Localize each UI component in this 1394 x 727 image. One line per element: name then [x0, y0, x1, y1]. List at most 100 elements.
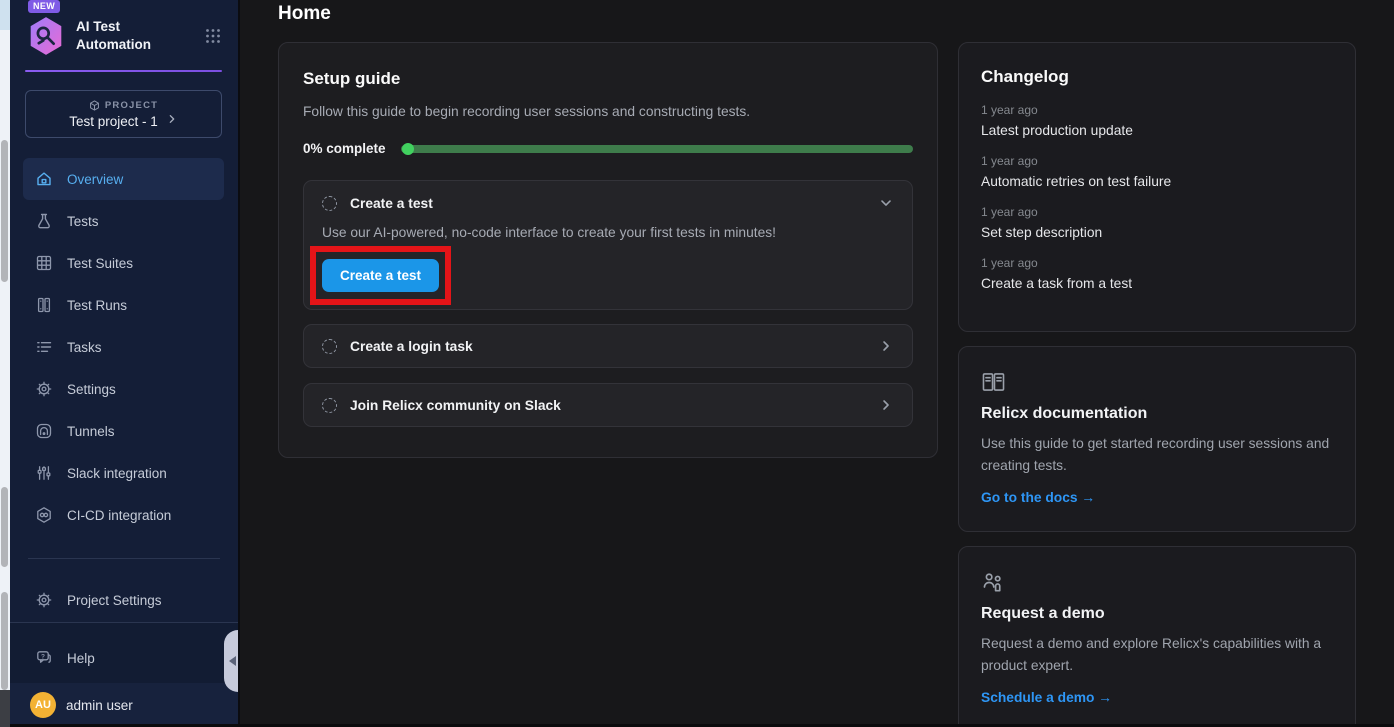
sidebar-item-project-settings[interactable]: Project Settings	[23, 579, 224, 621]
chevron-down-icon	[878, 195, 894, 211]
sidebar-item-settings[interactable]: Settings	[23, 368, 224, 410]
changelog-card: Changelog 1 year ago Latest production u…	[958, 42, 1356, 332]
svg-text:?: ?	[41, 653, 45, 660]
step-status-icon	[322, 339, 337, 354]
step-description: Use our AI-powered, no-code interface to…	[322, 225, 894, 240]
home-icon	[35, 170, 53, 188]
new-badge: NEW	[28, 0, 60, 13]
avatar: AU	[30, 692, 56, 718]
step-header[interactable]: Create a test	[322, 195, 894, 211]
project-label-row: PROJECT	[89, 100, 158, 111]
project-label: PROJECT	[105, 100, 158, 111]
request-demo-card: Request a demo Request a demo and explor…	[958, 546, 1356, 727]
request-demo-title: Request a demo	[981, 605, 1333, 623]
background-scrollbar-thumb[interactable]	[1, 140, 8, 282]
sidebar-bottom-section: ? Help AU admin user	[10, 622, 238, 727]
project-name: Test project - 1	[69, 114, 158, 129]
go-to-docs-link[interactable]: Go to the docs →	[981, 490, 1333, 505]
changelog-title: Changelog	[981, 67, 1333, 87]
background-window-edge	[0, 0, 10, 30]
changelog-time: 1 year ago	[981, 103, 1333, 117]
changelog-text: Create a task from a test	[981, 276, 1333, 291]
brand-divider	[25, 70, 222, 72]
documentation-title: Relicx documentation	[981, 405, 1333, 423]
setup-progress: 0% complete	[303, 141, 913, 156]
sidebar-item-label: Tests	[67, 214, 99, 229]
setup-guide-description: Follow this guide to begin recording use…	[303, 104, 913, 119]
gear-icon	[35, 591, 53, 609]
progress-dot	[402, 143, 414, 155]
changelog-time: 1 year ago	[981, 154, 1333, 168]
sidebar-item-tasks[interactable]: Tasks	[23, 326, 224, 368]
changelog-text: Set step description	[981, 225, 1333, 240]
changelog-entry[interactable]: 1 year ago Latest production update	[981, 103, 1333, 138]
changelog-entry[interactable]: 1 year ago Set step description	[981, 205, 1333, 240]
project-selector[interactable]: PROJECT Test project - 1	[25, 90, 222, 138]
sidebar-item-tunnels[interactable]: Tunnels	[23, 410, 224, 452]
sidebar-item-label: Overview	[67, 172, 123, 187]
page-title: Home	[278, 3, 331, 25]
chevron-right-icon	[878, 338, 894, 354]
sidebar-item-label: Tasks	[67, 340, 102, 355]
cube-icon	[89, 100, 100, 111]
list-icon	[35, 338, 53, 356]
user-menu[interactable]: AU admin user	[10, 683, 238, 727]
sidebar-collapse-handle[interactable]	[224, 630, 238, 692]
apps-grid-icon[interactable]	[204, 27, 222, 45]
progress-label: 0% complete	[303, 141, 386, 156]
book-icon	[981, 371, 1333, 393]
documentation-card: Relicx documentation Use this guide to g…	[958, 346, 1356, 532]
step-title: Create a test	[350, 196, 433, 211]
cicd-icon	[35, 506, 53, 524]
grid-icon	[35, 254, 53, 272]
red-annotation-box: Create a test	[310, 246, 451, 305]
background-window-strip	[0, 0, 10, 727]
request-demo-description: Request a demo and explore Relicx's capa…	[981, 633, 1333, 677]
setup-guide-card: Setup guide Follow this guide to begin r…	[278, 42, 938, 458]
sidebar-item-label: Project Settings	[67, 593, 162, 608]
sidebar-item-overview[interactable]: Overview	[23, 158, 224, 200]
sidebar-item-tests[interactable]: Tests	[23, 200, 224, 242]
sidebar-item-label: Help	[67, 651, 95, 666]
schedule-demo-link[interactable]: Schedule a demo →	[981, 690, 1333, 705]
step-status-icon	[322, 196, 337, 211]
sidebar-divider	[28, 558, 220, 559]
step-status-icon	[322, 398, 337, 413]
sidebar-item-label: Test Suites	[67, 256, 133, 271]
chevron-right-icon	[166, 113, 178, 125]
sidebar-item-help[interactable]: ? Help	[23, 637, 224, 679]
columns-icon	[35, 296, 53, 314]
main-content: Home Setup guide Follow this guide to be…	[242, 0, 1394, 727]
background-window-edge	[0, 690, 10, 727]
people-icon	[981, 571, 1333, 593]
step-title: Join Relicx community on Slack	[350, 398, 561, 413]
step-create-a-login-task[interactable]: Create a login task	[303, 324, 913, 368]
changelog-time: 1 year ago	[981, 256, 1333, 270]
create-a-test-button[interactable]: Create a test	[322, 259, 439, 292]
sidebar-item-test-suites[interactable]: Test Suites	[23, 242, 224, 284]
gear-icon	[35, 380, 53, 398]
tunnel-icon	[35, 422, 53, 440]
changelog-entry[interactable]: 1 year ago Create a task from a test	[981, 256, 1333, 291]
changelog-text: Automatic retries on test failure	[981, 174, 1333, 189]
help-chat-icon: ?	[35, 649, 53, 667]
sidebar-item-label: Settings	[67, 382, 116, 397]
sidebar-item-slack-integration[interactable]: Slack integration	[23, 452, 224, 494]
flask-icon	[35, 212, 53, 230]
background-scrollbar-thumb[interactable]	[1, 487, 8, 567]
user-name: admin user	[66, 698, 133, 713]
step-join-relicx-community[interactable]: Join Relicx community on Slack	[303, 383, 913, 427]
sidebar-item-test-runs[interactable]: Test Runs	[23, 284, 224, 326]
changelog-time: 1 year ago	[981, 205, 1333, 219]
sidebar-item-label: Slack integration	[67, 466, 167, 481]
slack-icon	[35, 464, 53, 482]
sidebar-item-label: Tunnels	[67, 424, 115, 439]
changelog-text: Latest production update	[981, 123, 1333, 138]
sidebar-item-label: Test Runs	[67, 298, 127, 313]
sidebar-item-cicd-integration[interactable]: CI-CD integration	[23, 494, 224, 536]
app-window: NEW AI Test Automation	[0, 0, 1394, 727]
chevron-left-icon	[229, 656, 236, 666]
setup-steps: Create a test Use our AI-powered, no-cod…	[303, 180, 913, 427]
changelog-entry[interactable]: 1 year ago Automatic retries on test fai…	[981, 154, 1333, 189]
background-scrollbar-thumb[interactable]	[1, 592, 8, 690]
